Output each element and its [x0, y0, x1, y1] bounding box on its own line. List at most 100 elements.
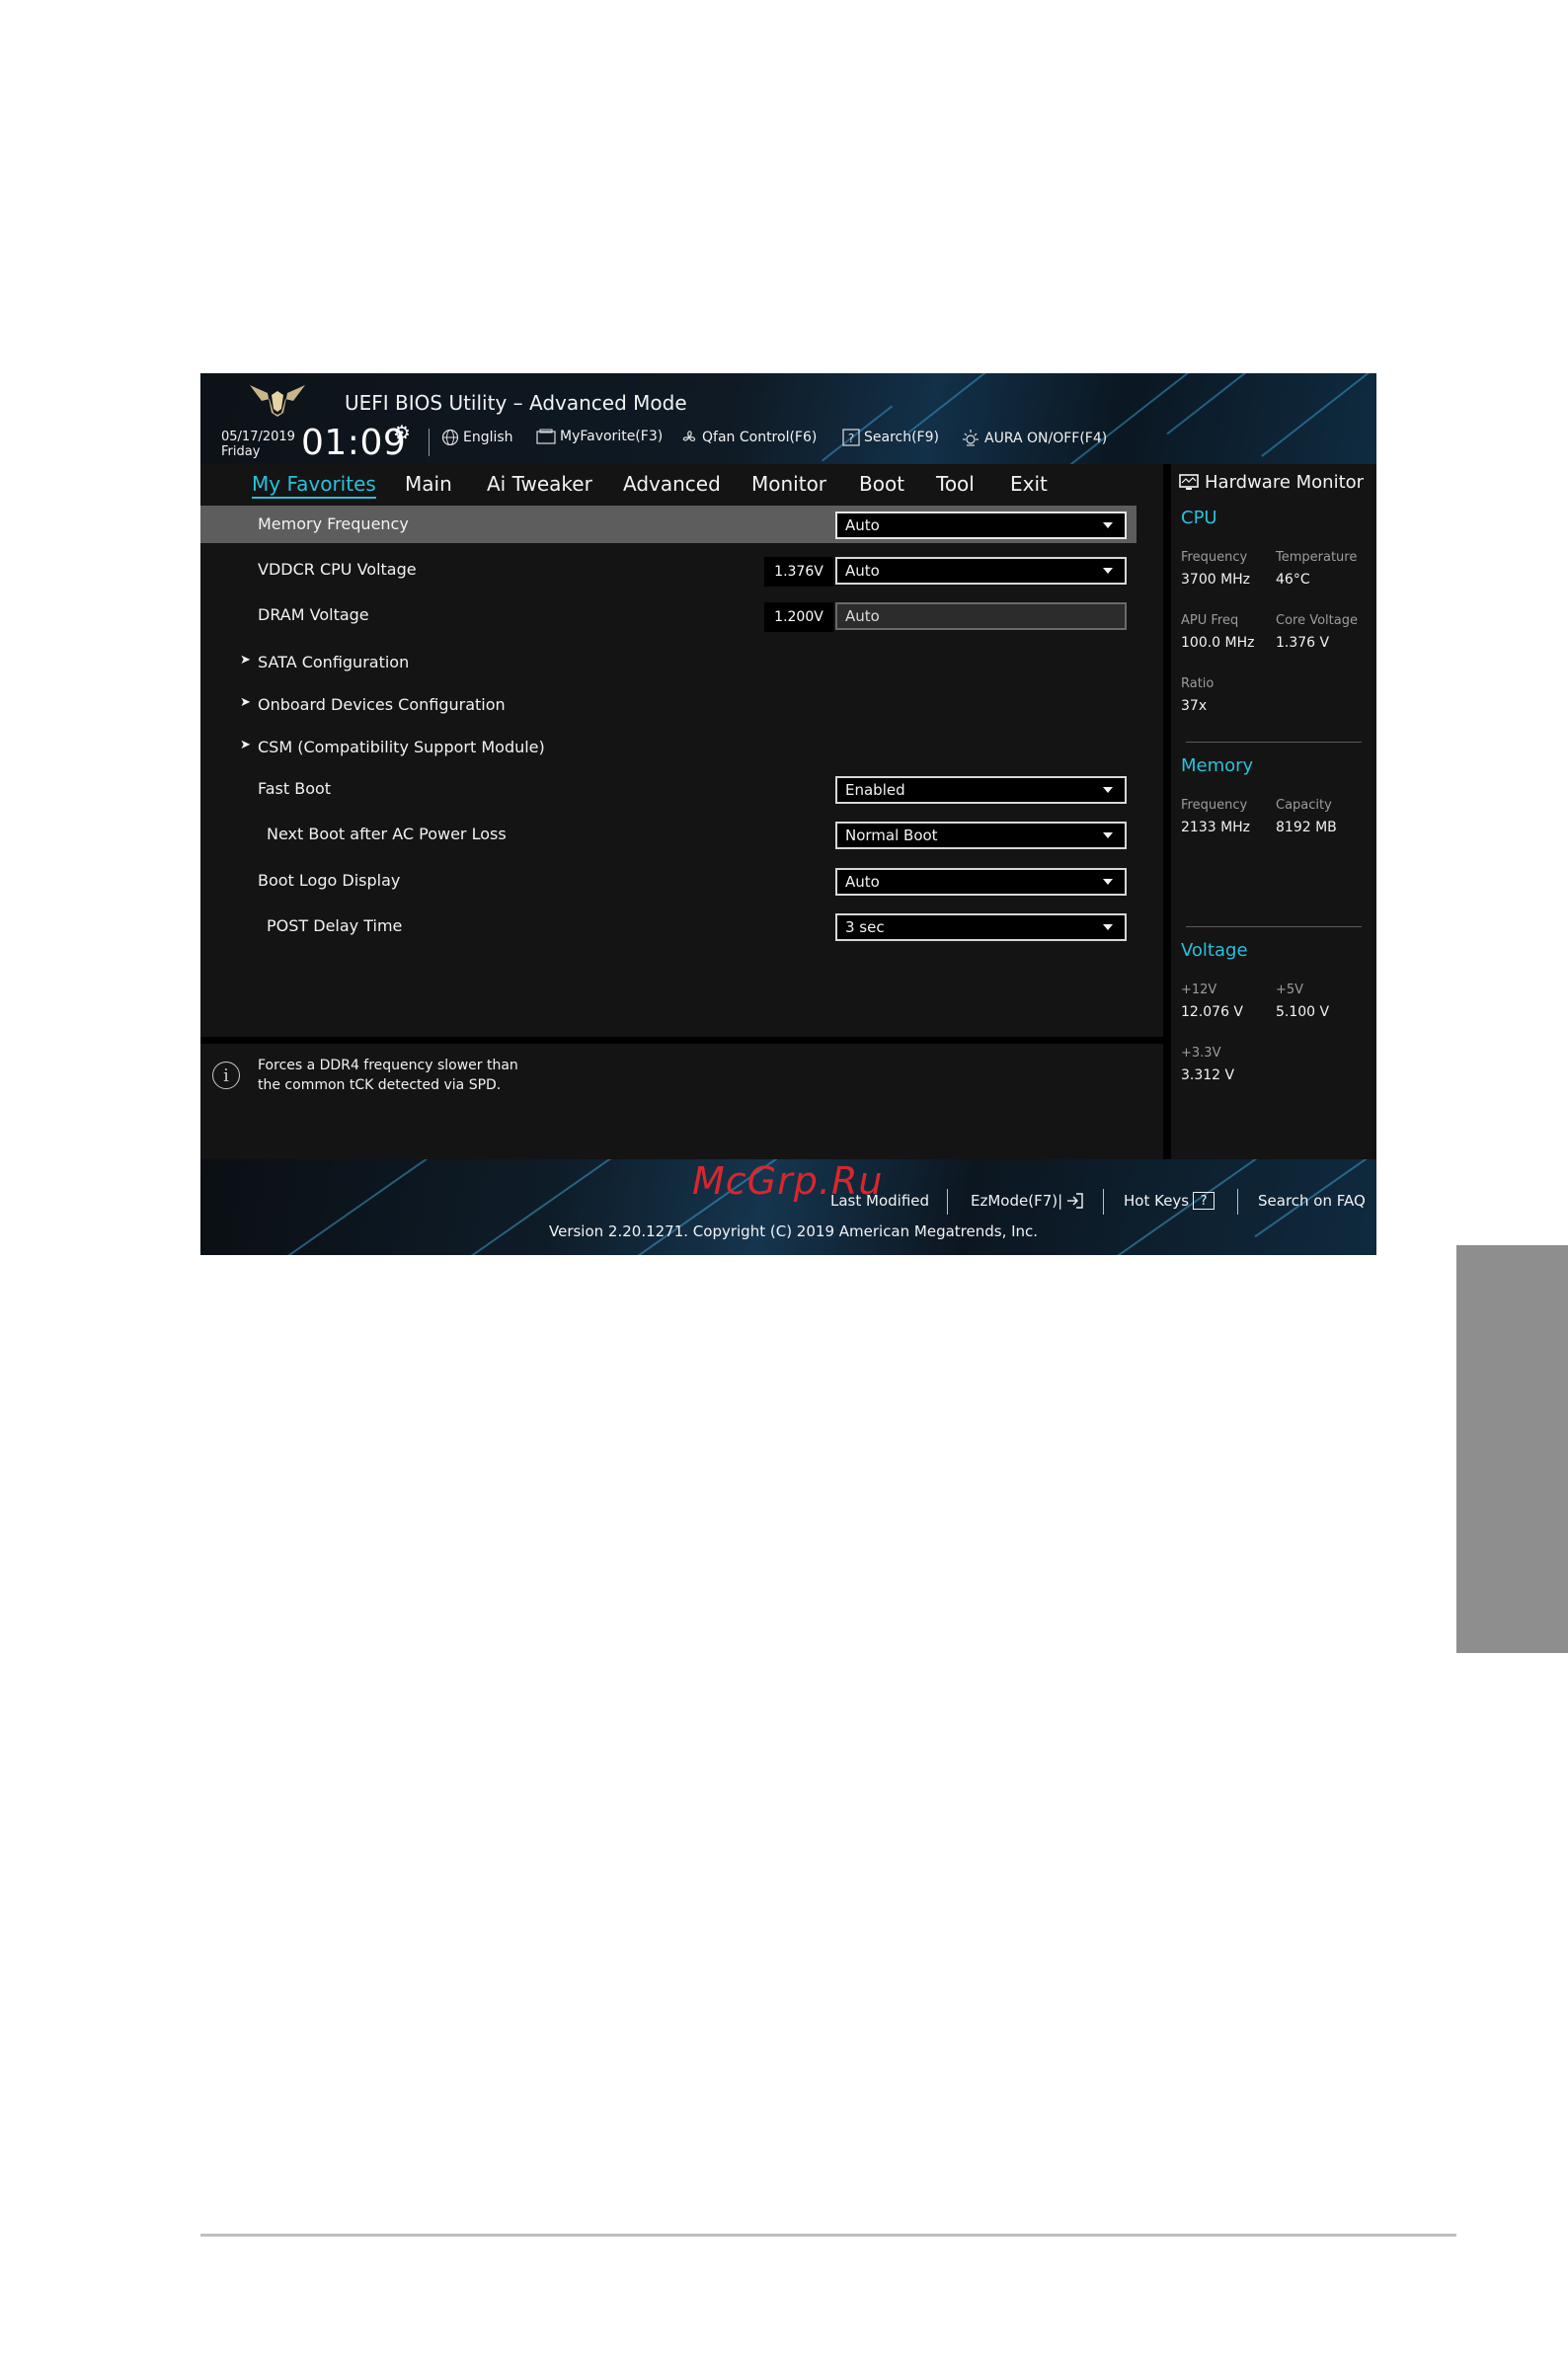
- setting-label: Fast Boot: [258, 779, 332, 798]
- dropdown-value: Auto: [845, 562, 880, 580]
- hot-keys-label: Hot Keys: [1124, 1192, 1190, 1210]
- aura-label: AURA ON/OFF(F4): [984, 431, 1108, 446]
- tab-bar: My Favorites Main Ai Tweaker Advanced Mo…: [200, 464, 1168, 506]
- myfavorite-icon: [536, 429, 556, 444]
- hw-title: Hardware Monitor: [1179, 472, 1364, 493]
- submenu-label: Onboard Devices Configuration: [258, 695, 506, 714]
- page-side-tab: [1456, 1245, 1568, 1653]
- post-delay-dropdown[interactable]: 3 sec: [835, 913, 1127, 941]
- help-text: Forces a DDR4 frequency slower than the …: [258, 1056, 518, 1095]
- apu-freq-label: APU Freq: [1181, 613, 1239, 628]
- tab-ai-tweaker[interactable]: Ai Tweaker: [487, 472, 592, 496]
- gear-icon[interactable]: ⚙: [393, 421, 411, 444]
- tab-exit[interactable]: Exit: [1010, 472, 1048, 496]
- voltage-reading: 1.200V: [764, 602, 833, 632]
- setting-label: DRAM Voltage: [258, 605, 369, 624]
- memory-frequency-label: Frequency: [1181, 798, 1248, 813]
- memory-frequency-dropdown[interactable]: Auto: [835, 512, 1127, 539]
- language-label: English: [463, 430, 513, 445]
- qfan-button[interactable]: Qfan Control(F6): [680, 429, 817, 446]
- hw-divider-line: [1186, 742, 1362, 743]
- ratio-value: 37x: [1181, 698, 1208, 714]
- svg-text:?: ?: [848, 432, 854, 445]
- settings-list: Memory Frequency Auto VDDCR CPU Voltage …: [200, 506, 1163, 1037]
- ezmode-button[interactable]: EzMode(F7)|: [971, 1192, 1084, 1210]
- tab-advanced[interactable]: Advanced: [623, 472, 721, 496]
- core-voltage-value: 1.376 V: [1276, 635, 1330, 651]
- submenu-onboard-devices[interactable]: ➤ Onboard Devices Configuration: [200, 686, 1137, 724]
- help-divider: [200, 1037, 1163, 1044]
- chevron-right-icon: ➤: [240, 738, 251, 752]
- language-button[interactable]: English: [441, 429, 513, 446]
- search-faq-button[interactable]: Search on FAQ: [1258, 1192, 1366, 1210]
- myfavorite-label: MyFavorite(F3): [560, 429, 664, 444]
- hardware-monitor: Hardware Monitor CPU Frequency Temperatu…: [1171, 464, 1376, 1159]
- submenu-label: SATA Configuration: [258, 653, 410, 671]
- tab-my-favorites[interactable]: My Favorites: [252, 472, 376, 499]
- chevron-down-icon: [1103, 522, 1113, 528]
- submenu-sata-configuration[interactable]: ➤ SATA Configuration: [200, 644, 1137, 681]
- v12-value: 12.076 V: [1181, 1004, 1244, 1020]
- setting-label: Boot Logo Display: [258, 871, 401, 890]
- fast-boot-dropdown[interactable]: Enabled: [835, 776, 1127, 804]
- chevron-down-icon: [1103, 832, 1113, 838]
- memory-heading: Memory: [1181, 755, 1254, 776]
- fan-icon: [682, 431, 696, 441]
- chevron-down-icon: [1103, 568, 1113, 574]
- submenu-csm[interactable]: ➤ CSM (Compatibility Support Module): [200, 729, 1137, 766]
- tab-tool[interactable]: Tool: [936, 472, 975, 496]
- vddcr-cpu-voltage-dropdown[interactable]: Auto: [835, 557, 1127, 585]
- cpu-temperature-label: Temperature: [1276, 550, 1358, 565]
- dropdown-value: 3 sec: [845, 918, 885, 936]
- voltage-heading: Voltage: [1181, 940, 1248, 961]
- globe-icon: [441, 429, 459, 446]
- bios-window: UEFI BIOS Utility – Advanced Mode 05/17/…: [200, 373, 1376, 1255]
- monitor-icon: [1179, 473, 1199, 490]
- tab-monitor[interactable]: Monitor: [751, 472, 826, 496]
- memory-capacity-label: Capacity: [1276, 798, 1332, 813]
- setting-memory-frequency[interactable]: Memory Frequency Auto: [200, 506, 1137, 543]
- exit-icon: [1067, 1193, 1083, 1209]
- memory-frequency-value: 2133 MHz: [1181, 820, 1251, 835]
- tab-boot[interactable]: Boot: [859, 472, 904, 496]
- cpu-frequency-value: 3700 MHz: [1181, 572, 1251, 588]
- memory-capacity-value: 8192 MB: [1276, 820, 1337, 835]
- myfavorite-button[interactable]: MyFavorite(F3): [536, 429, 663, 444]
- footer-divider: [1237, 1189, 1238, 1215]
- apu-freq-value: 100.0 MHz: [1181, 635, 1255, 651]
- chevron-down-icon: [1103, 787, 1113, 793]
- dram-voltage-field[interactable]: Auto: [835, 602, 1127, 630]
- setting-label: Next Boot after AC Power Loss: [267, 825, 507, 843]
- hot-keys-button[interactable]: Hot Keys ?: [1124, 1192, 1215, 1210]
- qfan-label: Qfan Control(F6): [702, 430, 818, 445]
- boot-logo-dropdown[interactable]: Auto: [835, 868, 1127, 896]
- aura-button[interactable]: AURA ON/OFF(F4): [961, 429, 1107, 448]
- search-button[interactable]: ? Search(F9): [842, 429, 939, 446]
- chevron-down-icon: [1103, 879, 1113, 885]
- setting-fast-boot[interactable]: Fast Boot Enabled: [200, 770, 1137, 808]
- help-line: the common tCK detected via SPD.: [258, 1077, 502, 1093]
- cpu-temperature-value: 46°C: [1276, 572, 1310, 588]
- setting-label: POST Delay Time: [267, 916, 403, 935]
- chevron-right-icon: ➤: [240, 653, 251, 668]
- dropdown-value: Normal Boot: [845, 827, 938, 844]
- setting-next-boot-ac[interactable]: Next Boot after AC Power Loss Normal Boo…: [200, 816, 1137, 853]
- aura-icon: [963, 430, 979, 446]
- v5-value: 5.100 V: [1276, 1004, 1330, 1020]
- setting-label: VDDCR CPU Voltage: [258, 560, 417, 579]
- voltage-reading: 1.376V: [764, 557, 833, 587]
- setting-dram-voltage[interactable]: DRAM Voltage 1.200V Auto: [200, 596, 1137, 634]
- v12-label: +12V: [1181, 983, 1217, 997]
- v33-label: +3.3V: [1181, 1046, 1221, 1061]
- next-boot-dropdown[interactable]: Normal Boot: [835, 822, 1127, 849]
- tab-main[interactable]: Main: [405, 472, 452, 496]
- header-divider: [429, 429, 430, 456]
- setting-vddcr-cpu-voltage[interactable]: VDDCR CPU Voltage 1.376V Auto: [200, 551, 1137, 589]
- setting-boot-logo-display[interactable]: Boot Logo Display Auto: [200, 862, 1137, 900]
- v5-label: +5V: [1276, 983, 1304, 997]
- hw-divider: [1163, 464, 1171, 1159]
- header-banner: UEFI BIOS Utility – Advanced Mode 05/17/…: [200, 373, 1376, 464]
- last-modified-button[interactable]: Last Modified: [830, 1192, 929, 1210]
- ezmode-label: EzMode(F7)|: [971, 1192, 1063, 1210]
- setting-post-delay-time[interactable]: POST Delay Time 3 sec: [200, 907, 1137, 945]
